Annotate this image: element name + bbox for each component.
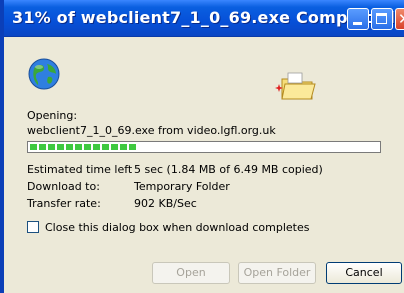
download-progress-bar [27,141,381,153]
minimize-button[interactable] [347,8,369,30]
cancel-button[interactable]: Cancel [326,262,402,284]
opening-label: Opening: [27,109,78,122]
time-left-label: Estimated time left [27,163,133,176]
title-bar[interactable]: 31% of webclient7_1_0_69.exe Completed ✕ [4,0,404,37]
close-button[interactable]: ✕ [395,8,404,30]
close-when-done-label[interactable]: Close this dialog box when download comp… [45,221,309,234]
file-source-text: webclient7_1_0_69.exe from video.lgfl.or… [27,124,276,137]
transfer-rate-value: 902 KB/Sec [134,197,197,210]
close-when-done-checkbox[interactable] [27,221,39,233]
download-to-label: Download to: [27,180,100,193]
download-to-value: Temporary Folder [134,180,230,193]
globe-icon [28,58,60,90]
dialog-content: Opening: webclient7_1_0_69.exe from vide… [4,37,404,293]
folder-sparkle-icon [275,72,316,100]
time-left-value: 5 sec (1.84 MB of 6.49 MB copied) [134,163,323,176]
maximize-icon [376,13,387,24]
open-folder-button[interactable]: Open Folder [238,262,316,284]
window-title: 31% of webclient7_1_0_69.exe Completed [12,8,395,27]
maximize-button[interactable] [371,8,393,30]
close-icon: ✕ [398,9,404,29]
progress-fill [30,144,138,150]
transfer-rate-label: Transfer rate: [27,197,101,210]
download-dialog: 31% of webclient7_1_0_69.exe Completed ✕… [0,0,404,293]
minimize-icon [353,22,362,25]
open-button[interactable]: Open [152,262,230,284]
